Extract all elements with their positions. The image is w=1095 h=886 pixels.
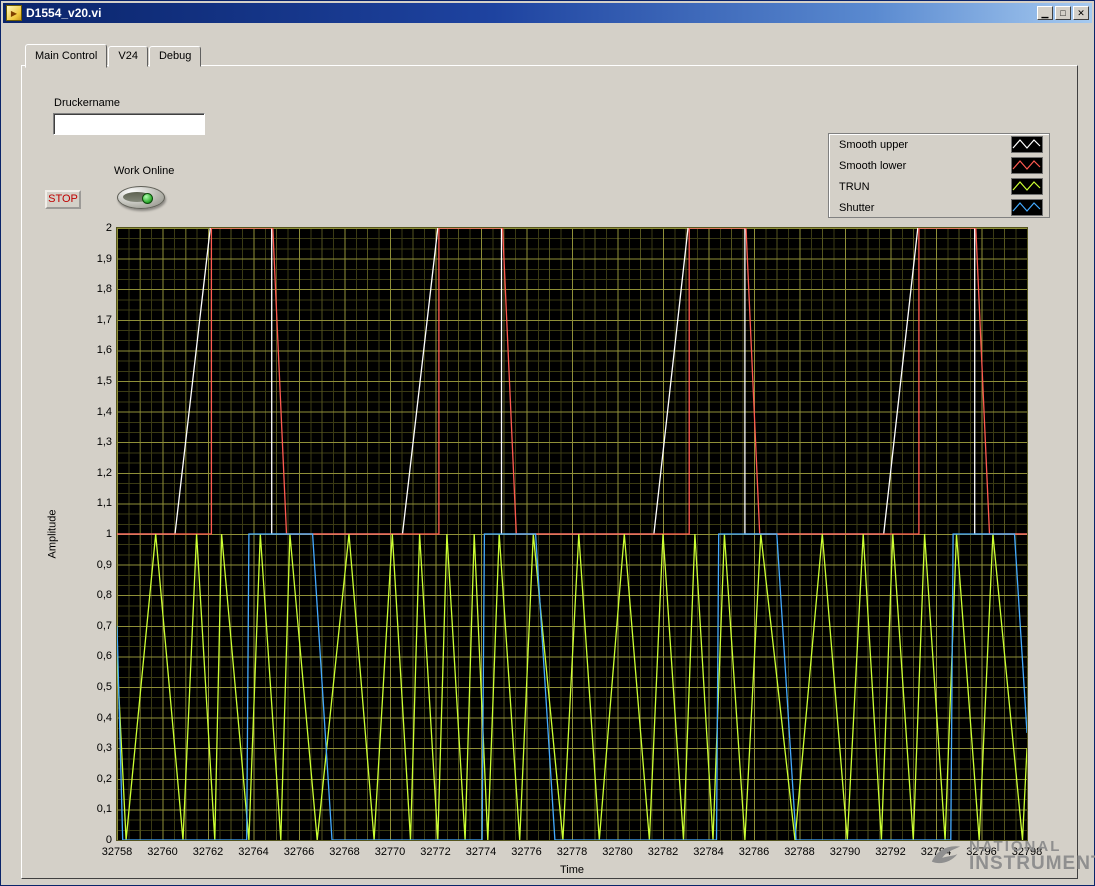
- y-tick-label: 2: [105, 222, 112, 234]
- work-online-toggle[interactable]: [117, 186, 165, 209]
- x-tick-label: 32792: [875, 846, 906, 858]
- plot-sample-icon[interactable]: [1011, 157, 1043, 174]
- y-axis-tick-labels: 2 1,9 1,8 1,7 1,6 1,5 1,4 1,3 1,2 1,1 1 0,9 0,8 0,7 0,…: [62, 222, 114, 846]
- plot-svg: [117, 228, 1027, 840]
- vi-window: ▶ D1554_v20.vi ▁ □ ✕ Main Control V24 De…: [0, 0, 1095, 886]
- maximize-icon[interactable]: □: [1055, 6, 1071, 20]
- druckername-input[interactable]: [53, 113, 205, 135]
- y-tick-label: 0,6: [96, 650, 112, 663]
- y-tick-label: 1,4: [96, 405, 112, 418]
- window-title: D1554_v20.vi: [26, 6, 102, 20]
- y-tick-label: 0,5: [96, 681, 112, 693]
- x-tick-label: 32790: [829, 846, 861, 858]
- title-bar[interactable]: ▶ D1554_v20.vi ▁ □ ✕: [3, 3, 1092, 23]
- y-tick-label: 0,4: [96, 711, 112, 724]
- x-tick-label: 32770: [374, 846, 406, 858]
- minimize-icon[interactable]: ▁: [1037, 6, 1053, 20]
- x-tick-label: 32768: [329, 846, 360, 858]
- tab-debug[interactable]: Debug: [148, 46, 202, 67]
- x-tick-label: 32764: [238, 846, 269, 858]
- x-tick-label: 32786: [738, 846, 770, 858]
- y-tick-label: 1,3: [96, 436, 112, 449]
- y-tick-label: 0,2: [96, 772, 112, 785]
- x-axis-title: Time: [559, 864, 585, 876]
- stop-button[interactable]: STOP: [45, 190, 81, 209]
- labview-vi-icon: ▶: [6, 5, 22, 21]
- legend-item-smooth-upper[interactable]: Smooth upper: [829, 134, 1049, 155]
- y-tick-label: 1,8: [96, 283, 112, 296]
- x-tick-label: 32762: [192, 846, 224, 858]
- y-tick-label: 1,2: [96, 466, 112, 479]
- y-tick-label: 1: [105, 528, 112, 540]
- ni-watermark: NATIONAL INSTRUMENTS: [929, 839, 1095, 874]
- y-axis-title: Amplitude: [46, 509, 59, 559]
- y-tick-label: 0,3: [96, 742, 112, 755]
- x-tick-label: 32782: [647, 846, 679, 858]
- tab-main-control[interactable]: Main Control: [25, 44, 108, 68]
- x-axis-tick-labels: 32758 32760 32762 32764 32766 32768 32770 32772…: [102, 846, 1043, 860]
- y-tick-label: 0,9: [96, 558, 112, 571]
- y-tick-label: 0,1: [96, 803, 112, 816]
- y-tick-label: 1,9: [96, 252, 112, 265]
- x-tick-label: 32784: [693, 846, 724, 858]
- plot-sample-icon[interactable]: [1011, 136, 1043, 153]
- x-tick-label: 32772: [420, 846, 451, 858]
- series-smooth-upper: [117, 228, 1027, 535]
- legend-label: Smooth upper: [839, 138, 909, 151]
- y-axis-title-wrap: Amplitude: [44, 228, 60, 840]
- work-online-led: [142, 193, 153, 204]
- y-tick-label: 1,6: [96, 344, 112, 357]
- ni-watermark-line2: INSTRUMENTS: [969, 853, 1095, 875]
- x-tick-label: 32776: [511, 846, 542, 858]
- ni-watermark-line1: NATIONAL: [969, 838, 1062, 855]
- legend-label: TRUN: [839, 180, 870, 193]
- y-tick-label: 1,7: [96, 313, 112, 326]
- waveform-chart: Amplitude 2 1,9 1,8 1,7 1,6 1,5 1,4 1,3 1,2 1,1 1 0…: [46, 217, 1050, 877]
- legend-item-trun[interactable]: TRUN: [829, 176, 1049, 197]
- y-tick-label: 0: [105, 834, 112, 846]
- series-trun: [117, 533, 1027, 840]
- x-tick-label: 32780: [602, 846, 633, 858]
- legend-label: Smooth lower: [839, 159, 907, 172]
- legend-label: Shutter: [839, 201, 875, 214]
- tab-strip: Main Control V24 Debug: [25, 44, 202, 68]
- x-tick-label: 32760: [147, 846, 178, 858]
- legend-item-shutter[interactable]: Shutter: [829, 197, 1049, 218]
- plot-area: [116, 227, 1028, 841]
- close-icon[interactable]: ✕: [1073, 6, 1089, 20]
- x-tick-label: 32758: [101, 846, 133, 858]
- y-tick-label: 0,8: [96, 589, 112, 602]
- work-online-label: Work Online: [114, 165, 175, 177]
- plot-sample-icon[interactable]: [1011, 178, 1043, 195]
- y-tick-label: 0,7: [96, 619, 112, 632]
- druckername-label: Druckername: [54, 97, 121, 109]
- series-smooth-lower: [117, 228, 1027, 535]
- x-tick-label: 32788: [784, 846, 815, 858]
- x-tick-label: 32774: [465, 846, 497, 858]
- main-control-panel: Druckername Work Online STOP Smooth uppe…: [21, 65, 1078, 879]
- ni-eagle-icon: [931, 846, 961, 864]
- legend-item-smooth-lower[interactable]: Smooth lower: [829, 155, 1049, 176]
- x-tick-label: 32766: [283, 846, 315, 858]
- x-tick-label: 32778: [556, 846, 588, 858]
- plot-legend: Smooth upper Smooth lower TRUN Shutter: [828, 133, 1050, 218]
- plot-sample-icon[interactable]: [1011, 199, 1043, 216]
- y-tick-label: 1,5: [96, 375, 112, 387]
- tab-v24[interactable]: V24: [108, 46, 148, 67]
- y-tick-label: 1,1: [96, 497, 112, 510]
